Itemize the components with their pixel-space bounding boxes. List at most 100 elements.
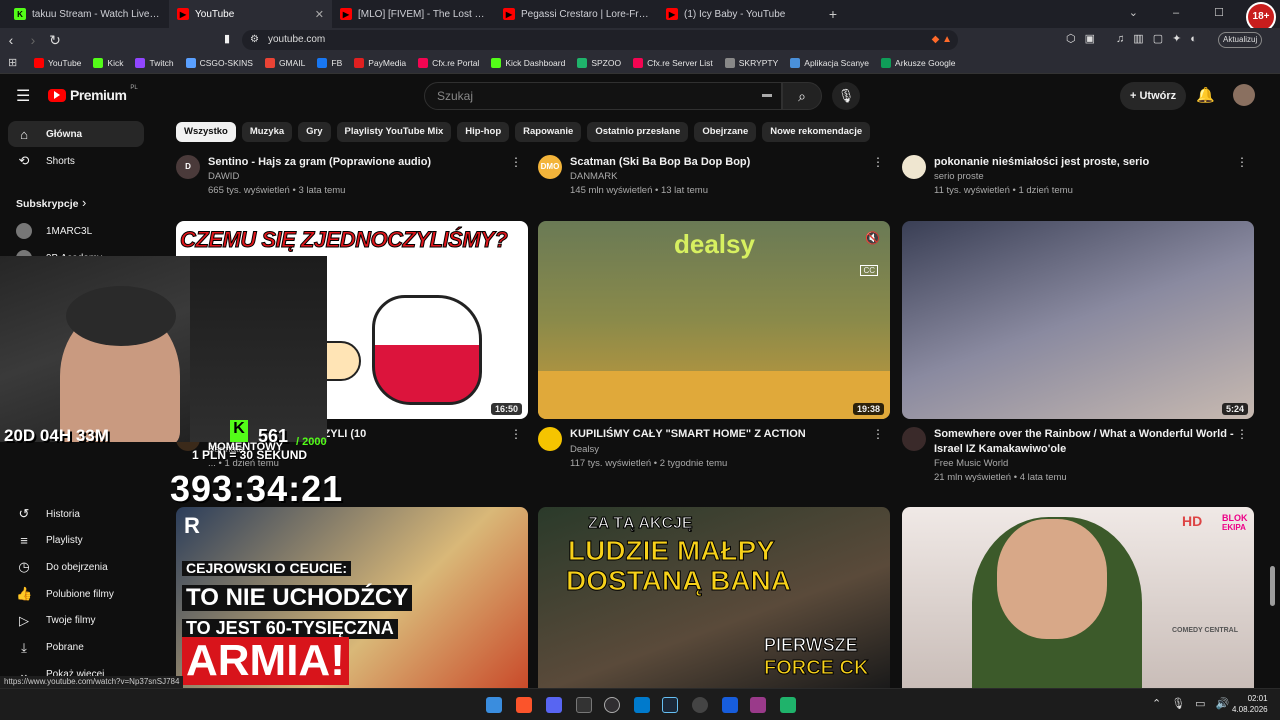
create-button[interactable]: + Utwórz bbox=[1120, 82, 1186, 110]
video-title[interactable]: Somewhere over the Rainbow / What a Wond… bbox=[934, 427, 1234, 457]
window-controls[interactable]: ⌄ – ☐ bbox=[1129, 6, 1240, 19]
mic-button[interactable]: 🎙 bbox=[832, 82, 860, 110]
channel-name[interactable]: DANMARK bbox=[570, 170, 618, 184]
close-tab-icon[interactable]: ✕ bbox=[315, 8, 324, 21]
video-thumbnail[interactable]: R CEJROWSKI O CEUCIE: TO NIE UCHODŹCY TO JE… bbox=[176, 507, 528, 688]
video-thumbnail[interactable]: ZA TĄ AKCJĘ LUDZIE MAŁPY DOSTANĄ BANA PIERW… bbox=[538, 507, 890, 688]
bookmark-item[interactable]: Aplikacja Scanye bbox=[790, 57, 869, 68]
bookmark-item[interactable]: SKRYPTY bbox=[724, 57, 778, 68]
sidebar-item[interactable]: ⤓ Pobrane bbox=[8, 635, 144, 661]
obs-icon[interactable] bbox=[604, 697, 620, 713]
forward-icon[interactable]: › bbox=[22, 32, 44, 48]
sidebar-item[interactable]: ◷ Do obejrzenia bbox=[8, 554, 144, 580]
subscription-item[interactable]: 1MARC3L bbox=[8, 218, 144, 244]
bookmark-item[interactable]: FB bbox=[317, 57, 342, 68]
video-thumbnail[interactable]: HD BLOK EKIPA COMEDY CENTRAL bbox=[902, 507, 1254, 688]
bookmark-item[interactable]: SPZOO bbox=[577, 57, 621, 68]
video-card[interactable]: DMO Scatman (Ski Ba Bop Ba Dop Bop) DANMAR… bbox=[538, 155, 890, 203]
bookmark-item[interactable]: Kick bbox=[93, 57, 123, 68]
alien-icon[interactable] bbox=[750, 697, 766, 713]
video-title[interactable]: pokonanie nieśmiałości jest proste, seri… bbox=[934, 155, 1234, 170]
filter-chip[interactable]: Playlisty YouTube Mix bbox=[336, 122, 452, 142]
bookmark-item[interactable]: Cfx.re Server List bbox=[633, 57, 713, 68]
menu-icon[interactable]: ☰ bbox=[16, 86, 30, 106]
bell-icon[interactable]: 🔔 bbox=[1196, 86, 1215, 104]
back-icon[interactable]: ‹ bbox=[0, 32, 22, 48]
sidebar-item[interactable]: ⟲ Shorts bbox=[8, 148, 144, 174]
youtube-logo[interactable]: Premium PL bbox=[48, 85, 138, 103]
extension-icons[interactable]: ⬡▣ ♫▥▢✦◐ bbox=[1066, 32, 1206, 45]
start-icon[interactable] bbox=[486, 697, 502, 713]
steam-icon[interactable] bbox=[662, 697, 678, 713]
video-thumbnail[interactable]: dealsy 🔇 CC 19:38 bbox=[538, 221, 890, 419]
bookmark-item[interactable]: PayMedia bbox=[354, 57, 406, 68]
channel-avatar[interactable] bbox=[902, 427, 926, 451]
sidebar-item[interactable]: ⌂ Główna bbox=[8, 121, 144, 147]
browser-tab[interactable]: ▶ [MLO] [FIVEM] - The Lost MC Clubho bbox=[332, 0, 495, 28]
shield-icon[interactable]: ◆ ▲ bbox=[932, 30, 952, 50]
filter-chip[interactable]: Hip-hop bbox=[457, 122, 510, 142]
mute-icon[interactable]: 🔇 bbox=[865, 231, 880, 245]
channel-name[interactable]: Dealsy bbox=[570, 443, 599, 457]
filter-chip[interactable]: Gry bbox=[298, 122, 331, 142]
more-options-icon[interactable]: ⋮ bbox=[510, 427, 522, 441]
search-button[interactable]: ⌕ bbox=[782, 82, 822, 110]
keyboard-icon[interactable]: ▬ bbox=[762, 89, 772, 100]
more-options-icon[interactable]: ⋮ bbox=[872, 427, 884, 441]
filter-chip[interactable]: Wszystko bbox=[176, 122, 236, 142]
video-title[interactable]: Sentino - Hajs za gram (Poprawione audio… bbox=[208, 155, 508, 170]
channel-avatar[interactable]: DMO bbox=[538, 155, 562, 179]
video-title[interactable]: KUPILIŚMY CAŁY "SMART HOME" Z ACTION bbox=[570, 427, 870, 442]
channel-avatar[interactable] bbox=[538, 427, 562, 451]
bookmark-icon[interactable]: ▮ bbox=[224, 32, 230, 45]
reload-icon[interactable]: ↻ bbox=[44, 32, 66, 49]
channel-name[interactable]: serio proste bbox=[934, 170, 984, 184]
chrome-icon[interactable] bbox=[692, 697, 708, 713]
browser-tab[interactable]: Ktakuu Stream - Watch Live on Kick bbox=[6, 0, 169, 28]
browser-tab[interactable]: ▶ Pegassi Crestaro | Lore-Friendly FiveM bbox=[495, 0, 658, 28]
browser-tab[interactable]: ▶ (1) Icy Baby - YouTube bbox=[658, 0, 821, 28]
filter-chip[interactable]: Muzyka bbox=[241, 122, 293, 142]
update-button[interactable]: Aktualizuj bbox=[1218, 32, 1263, 48]
avatar[interactable] bbox=[1233, 84, 1255, 106]
filter-chip[interactable]: Ostatnio przesłane bbox=[587, 122, 689, 142]
more-options-icon[interactable]: ⋮ bbox=[510, 155, 522, 169]
apps-grid-icon[interactable]: ⊞ bbox=[8, 56, 17, 69]
captions-icon[interactable]: CC bbox=[860, 265, 878, 276]
video-card[interactable]: D Sentino - Hajs za gram (Poprawione audi… bbox=[176, 155, 528, 203]
sidebar-item[interactable]: ≡ Playlisty bbox=[8, 528, 144, 554]
url-field[interactable]: ⚙ youtube.com ◆ ▲ bbox=[242, 30, 958, 50]
bookmark-item[interactable]: Cfx.re Portal bbox=[418, 57, 479, 68]
bookmark-item[interactable]: Twitch bbox=[135, 57, 174, 68]
more-options-icon[interactable]: ⋮ bbox=[872, 155, 884, 169]
filter-chip[interactable]: Rapowanie bbox=[515, 122, 582, 142]
bookmark-item[interactable]: YouTube bbox=[34, 57, 81, 68]
vscode-icon[interactable] bbox=[634, 697, 650, 713]
terminal-icon[interactable] bbox=[576, 697, 592, 713]
video-thumbnail[interactable]: 5:24 bbox=[902, 221, 1254, 419]
sidebar-item[interactable]: 👍 Polubione filmy bbox=[8, 581, 144, 607]
channel-avatar[interactable]: D bbox=[176, 155, 200, 179]
subscriptions-heading[interactable]: Subskrypcje bbox=[16, 198, 78, 210]
bitwarden-icon[interactable] bbox=[722, 697, 738, 713]
video-card[interactable]: KUPILIŚMY CAŁY "SMART HOME" Z ACTION Deal… bbox=[538, 427, 890, 487]
browser-tab[interactable]: ▶ YouTube ✕ bbox=[169, 0, 332, 28]
new-tab-button[interactable]: + bbox=[821, 6, 845, 22]
channel-name[interactable]: Free Music World bbox=[934, 457, 1008, 471]
bookmark-item[interactable]: Arkusze Google bbox=[881, 57, 956, 68]
filter-chip[interactable]: Nowe rekomendacje bbox=[762, 122, 871, 142]
video-title[interactable]: Scatman (Ski Ba Bop Ba Dop Bop) bbox=[570, 155, 870, 170]
tray-icons[interactable]: ⌃🎙▭🔊 bbox=[1152, 697, 1239, 710]
channel-avatar[interactable] bbox=[902, 155, 926, 179]
discord-icon[interactable] bbox=[546, 697, 562, 713]
search-input[interactable]: Szukaj bbox=[424, 82, 782, 110]
video-card[interactable]: pokonanie nieśmiałości jest proste, seri… bbox=[902, 155, 1254, 203]
more-options-icon[interactable]: ⋮ bbox=[1236, 427, 1248, 441]
scrollbar[interactable] bbox=[1270, 566, 1275, 606]
bookmark-item[interactable]: GMAIL bbox=[264, 57, 305, 68]
sidebar-item[interactable]: ▷ Twoje filmy bbox=[8, 608, 144, 634]
brave-icon[interactable] bbox=[516, 697, 532, 713]
notes-icon[interactable] bbox=[780, 697, 796, 713]
more-options-icon[interactable]: ⋮ bbox=[1236, 155, 1248, 169]
video-card[interactable]: Somewhere over the Rainbow / What a Wond… bbox=[902, 427, 1254, 487]
